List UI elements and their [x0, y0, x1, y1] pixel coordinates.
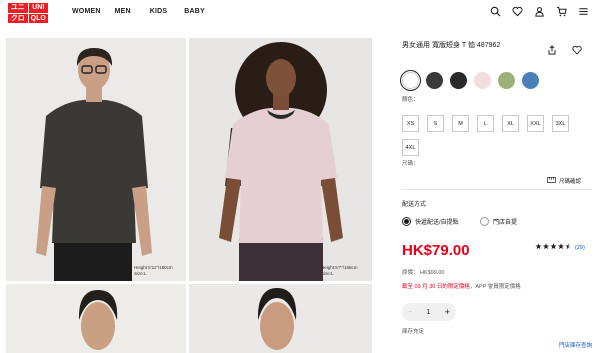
product-photo-model-2[interactable]: Height:5'7"/168cm Size:L: [189, 38, 372, 281]
color-swatch[interactable]: [426, 72, 443, 89]
review-count[interactable]: (29): [575, 245, 585, 251]
product-price: HK$79.00: [402, 242, 470, 259]
promo-note: 截至 09 月 30 日的限定價格，APP 會員限定價格: [402, 282, 521, 290]
plus-icon[interactable]: +: [445, 307, 450, 317]
product-photo-model-1[interactable]: Height:5'11"/180cm Size:L: [6, 38, 186, 281]
star-filled: [542, 243, 550, 250]
store-stock-link[interactable]: 門店庫存查詢: [559, 341, 592, 349]
model-height: Height:5'7"/168cm: [321, 265, 358, 270]
quantity-value: 1: [426, 308, 431, 316]
share-icon[interactable]: [547, 42, 557, 55]
star-filled: [557, 243, 565, 250]
color-swatch[interactable]: [402, 72, 419, 89]
stock-status: 庫存充足: [402, 329, 425, 335]
radio-unselected-icon: [480, 217, 489, 226]
model-size: Size:L: [134, 270, 147, 276]
model-size-caption: Height:5'11"/180cm Size:L: [134, 265, 173, 276]
nav-kids[interactable]: KIDS: [150, 8, 168, 15]
nav-baby[interactable]: BABY: [184, 8, 205, 15]
product-panel: 男女通用 寬版短身 T 恤 487962 顏色： XS S M L XL XXL…: [402, 0, 592, 353]
color-swatch[interactable]: [498, 72, 515, 89]
color-swatches: [402, 72, 539, 89]
uniqlo-logo[interactable]: ユニ UNI クロ QLO: [8, 3, 48, 23]
quantity-stepper[interactable]: − 1 +: [402, 303, 456, 321]
size-label: 尺碼：: [402, 161, 419, 167]
product-photo-model-3[interactable]: [6, 284, 186, 353]
minus-icon[interactable]: −: [408, 309, 412, 316]
nav-women[interactable]: WOMEN: [72, 8, 101, 15]
promo-rest: ，APP 會員限定價格: [469, 284, 521, 290]
size-guide-link[interactable]: 尺碼確認: [547, 177, 581, 185]
logo-cell: ユニ: [8, 3, 28, 13]
size-option-4xl[interactable]: 4XL: [402, 139, 419, 156]
model-size-caption: Height:5'7"/168cm Size:L: [321, 265, 357, 276]
ruler-icon: [547, 177, 556, 185]
logo-cell: UNI: [28, 3, 48, 13]
size-option-m[interactable]: M: [452, 115, 469, 132]
size-option-l[interactable]: L: [477, 115, 494, 132]
radio-selected-icon: [402, 217, 411, 226]
size-option-xxl[interactable]: XXL: [527, 115, 544, 132]
promo-highlight: 截至 09 月 30 日的限定價格: [402, 284, 470, 290]
color-swatch[interactable]: [522, 72, 539, 89]
model-size: Size:L: [321, 270, 334, 276]
rating[interactable]: (29): [535, 243, 585, 252]
shipping-option-store-pickup[interactable]: 門店自提: [480, 217, 517, 226]
color-swatch[interactable]: [450, 72, 467, 89]
size-option-xs[interactable]: XS: [402, 115, 419, 132]
logo-cell: QLO: [28, 13, 48, 23]
color-swatch[interactable]: [474, 72, 491, 89]
shipping-option-label: 快遞配送/自提點: [415, 220, 459, 226]
divider: [402, 189, 592, 190]
size-option-3xl[interactable]: 3XL: [552, 115, 569, 132]
product-gallery: Height:5'11"/180cm Size:L Height:5'7"/16…: [6, 38, 372, 353]
shipping-option-label: 門店自提: [493, 220, 518, 226]
star-filled: [550, 243, 557, 250]
logo-cell: クロ: [8, 13, 28, 23]
product-photo-model-4[interactable]: [189, 284, 372, 353]
nav-men[interactable]: MEN: [115, 8, 131, 15]
model-height: Height:5'11"/180cm: [134, 265, 173, 270]
size-option-s[interactable]: S: [427, 115, 444, 132]
star-filled: [535, 243, 542, 250]
shipping-option-delivery[interactable]: 快遞配送/自提點: [402, 217, 459, 226]
product-title: 男女通用 寬版短身 T 恤 487962: [402, 42, 501, 49]
size-option-xl[interactable]: XL: [502, 115, 519, 132]
size-options: XS S M L XL XXL 3XL 4XL: [402, 115, 592, 156]
main-nav: WOMEN MEN KIDS BABY: [72, 8, 205, 15]
favorite-heart-icon[interactable]: [572, 42, 582, 55]
star-rating-icon: [535, 243, 573, 252]
shipping-method-label: 配送方式: [402, 202, 427, 208]
size-guide-label: 尺碼確認: [559, 179, 582, 185]
original-price: 原價： HK$99.00: [402, 270, 445, 276]
color-label: 顏色：: [402, 97, 419, 103]
